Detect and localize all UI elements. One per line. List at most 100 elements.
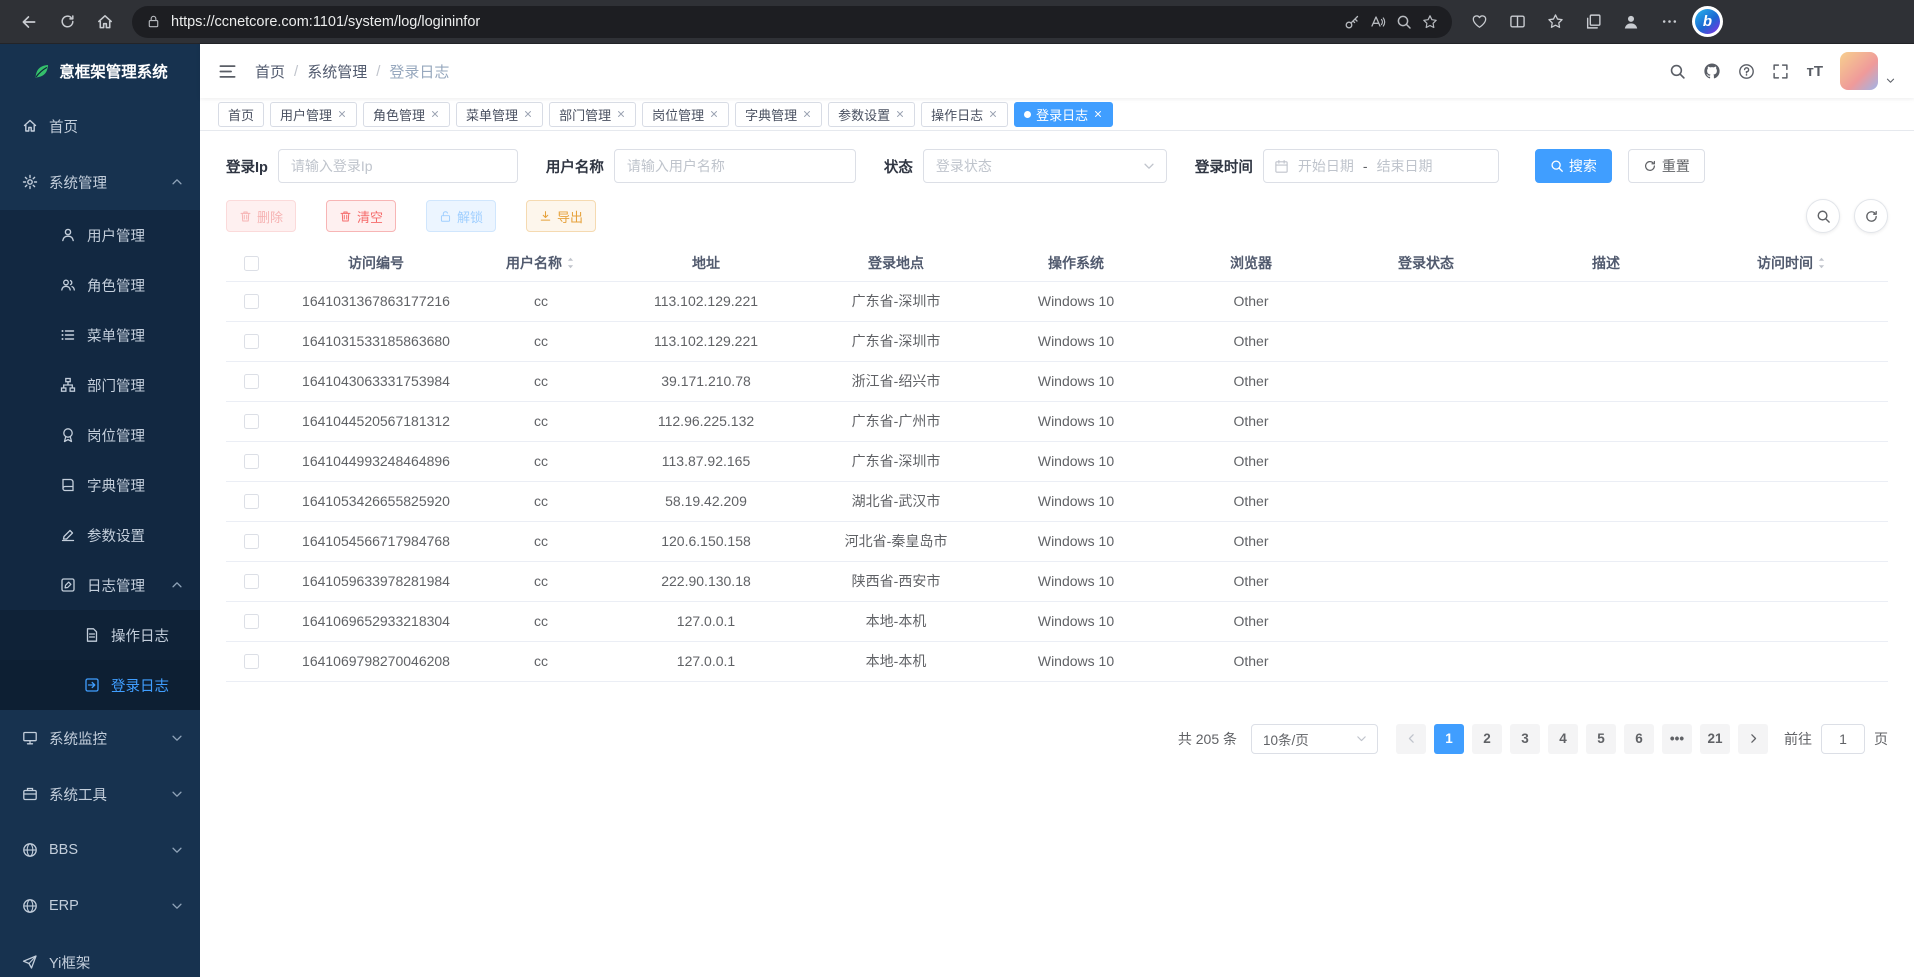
row-checkbox[interactable] — [244, 574, 259, 589]
bing-icon[interactable]: b — [1692, 6, 1723, 37]
unlock-button[interactable]: 解锁 — [426, 200, 496, 232]
login-time-range-picker[interactable]: 开始日期 - 结束日期 — [1263, 149, 1499, 183]
sidebar-item-erp[interactable]: ERP — [0, 878, 200, 934]
tab-close-icon[interactable] — [1093, 109, 1103, 119]
page-button-21[interactable]: 21 — [1700, 724, 1730, 754]
select-all-checkbox[interactable] — [244, 256, 259, 271]
help-icon[interactable] — [1738, 63, 1755, 80]
export-button[interactable]: 导出 — [526, 200, 596, 232]
browser-back-button[interactable] — [12, 5, 46, 39]
tab-close-icon[interactable] — [523, 109, 533, 119]
page-button-5[interactable]: 5 — [1586, 724, 1616, 754]
user-avatar[interactable] — [1840, 52, 1878, 90]
sort-icon[interactable] — [565, 256, 576, 270]
sidebar-item-login-log[interactable]: 登录日志 — [0, 660, 200, 710]
browser-essentials-icon[interactable] — [1462, 5, 1496, 39]
read-aloud-icon[interactable] — [1370, 14, 1386, 30]
tab-close-icon[interactable] — [616, 109, 626, 119]
page-ellipsis-button[interactable]: ••• — [1662, 724, 1692, 754]
browser-address-bar[interactable]: https://ccnetcore.com:1101/system/log/lo… — [132, 6, 1452, 38]
row-checkbox[interactable] — [244, 334, 259, 349]
sort-icon[interactable] — [1816, 256, 1827, 270]
search-button[interactable]: 搜索 — [1535, 149, 1612, 183]
user-name-input[interactable] — [614, 149, 856, 183]
tab-role-management[interactable]: 角色管理 — [363, 102, 450, 127]
sidebar-item-department-management[interactable]: 部门管理 — [0, 360, 200, 410]
key-icon[interactable] — [1344, 14, 1360, 30]
browser-profile-icon[interactable] — [1614, 5, 1648, 39]
sidebar-item-yi-framework[interactable]: Yi框架 — [0, 934, 200, 977]
tab-close-icon[interactable] — [337, 109, 347, 119]
col-user-name[interactable]: 用户名称 — [476, 245, 606, 281]
next-page-button[interactable] — [1738, 724, 1768, 754]
col-visit-time[interactable]: 访问时间 — [1696, 245, 1888, 281]
table-refresh-button[interactable] — [1854, 199, 1888, 233]
split-screen-icon[interactable] — [1500, 5, 1534, 39]
tab-close-icon[interactable] — [988, 109, 998, 119]
status-select[interactable]: 登录状态 — [923, 149, 1167, 183]
zoom-icon[interactable] — [1396, 14, 1412, 30]
page-button-6[interactable]: 6 — [1624, 724, 1654, 754]
reset-button[interactable]: 重置 — [1628, 149, 1705, 183]
tab-home[interactable]: 首页 — [218, 102, 264, 127]
goto-page-input[interactable] — [1821, 724, 1865, 754]
sidebar-item-role-management[interactable]: 角色管理 — [0, 260, 200, 310]
prev-page-button[interactable] — [1396, 724, 1426, 754]
browser-refresh-button[interactable] — [50, 5, 84, 39]
sidebar-item-system-monitor[interactable]: 系统监控 — [0, 710, 200, 766]
clear-button[interactable]: 清空 — [326, 200, 396, 232]
row-checkbox[interactable] — [244, 534, 259, 549]
tab-department-management[interactable]: 部门管理 — [549, 102, 636, 127]
github-icon[interactable] — [1703, 62, 1721, 80]
favorite-add-icon[interactable] — [1422, 14, 1438, 30]
page-button-3[interactable]: 3 — [1510, 724, 1540, 754]
tab-post-management[interactable]: 岗位管理 — [642, 102, 729, 127]
sidebar-item-user-management[interactable]: 用户管理 — [0, 210, 200, 260]
sidebar-item-system-tools[interactable]: 系统工具 — [0, 766, 200, 822]
tab-login-log[interactable]: 登录日志 — [1014, 102, 1113, 127]
breadcrumb-home[interactable]: 首页 — [255, 61, 285, 82]
tab-close-icon[interactable] — [430, 109, 440, 119]
tab-close-icon[interactable] — [802, 109, 812, 119]
row-checkbox[interactable] — [244, 494, 259, 509]
browser-menu-icon[interactable] — [1652, 5, 1686, 39]
login-ip-input[interactable] — [278, 149, 518, 183]
row-checkbox[interactable] — [244, 454, 259, 469]
breadcrumb-system-management[interactable]: 系统管理 — [307, 61, 367, 82]
sidebar-toggle-button[interactable] — [218, 62, 237, 81]
tab-close-icon[interactable] — [895, 109, 905, 119]
tab-operation-log[interactable]: 操作日志 — [921, 102, 1008, 127]
search-toggle-button[interactable] — [1806, 199, 1840, 233]
sidebar-item-system-management[interactable]: 系统管理 — [0, 154, 200, 210]
sidebar-item-log-management[interactable]: 日志管理 — [0, 560, 200, 610]
sidebar-item-operation-log[interactable]: 操作日志 — [0, 610, 200, 660]
sidebar-item-menu-management[interactable]: 菜单管理 — [0, 310, 200, 360]
page-button-1[interactable]: 1 — [1434, 724, 1464, 754]
page-button-4[interactable]: 4 — [1548, 724, 1578, 754]
tab-dictionary-management[interactable]: 字典管理 — [735, 102, 822, 127]
header-search-icon[interactable] — [1669, 63, 1686, 80]
sidebar-item-home[interactable]: 首页 — [0, 98, 200, 154]
tab-close-icon[interactable] — [709, 109, 719, 119]
tab-parameter-settings[interactable]: 参数设置 — [828, 102, 915, 127]
page-button-2[interactable]: 2 — [1472, 724, 1502, 754]
favorites-icon[interactable] — [1538, 5, 1572, 39]
row-checkbox[interactable] — [244, 294, 259, 309]
sidebar-item-parameter-settings[interactable]: 参数设置 — [0, 510, 200, 560]
sidebar-item-dictionary-management[interactable]: 字典管理 — [0, 460, 200, 510]
page-size-select[interactable]: 10条/页 — [1251, 724, 1378, 754]
sidebar-item-bbs[interactable]: BBS — [0, 822, 200, 878]
row-checkbox[interactable] — [244, 654, 259, 669]
row-checkbox[interactable] — [244, 414, 259, 429]
tab-user-management[interactable]: 用户管理 — [270, 102, 357, 127]
font-size-icon[interactable]: тT — [1806, 63, 1823, 80]
collections-icon[interactable] — [1576, 5, 1610, 39]
tab-menu-management[interactable]: 菜单管理 — [456, 102, 543, 127]
sidebar-item-post-management[interactable]: 岗位管理 — [0, 410, 200, 460]
delete-button[interactable]: 删除 — [226, 200, 296, 232]
fullscreen-icon[interactable] — [1772, 63, 1789, 80]
url-text[interactable]: https://ccnetcore.com:1101/system/log/lo… — [171, 14, 1334, 30]
row-checkbox[interactable] — [244, 374, 259, 389]
row-checkbox[interactable] — [244, 614, 259, 629]
browser-home-button[interactable] — [88, 5, 122, 39]
